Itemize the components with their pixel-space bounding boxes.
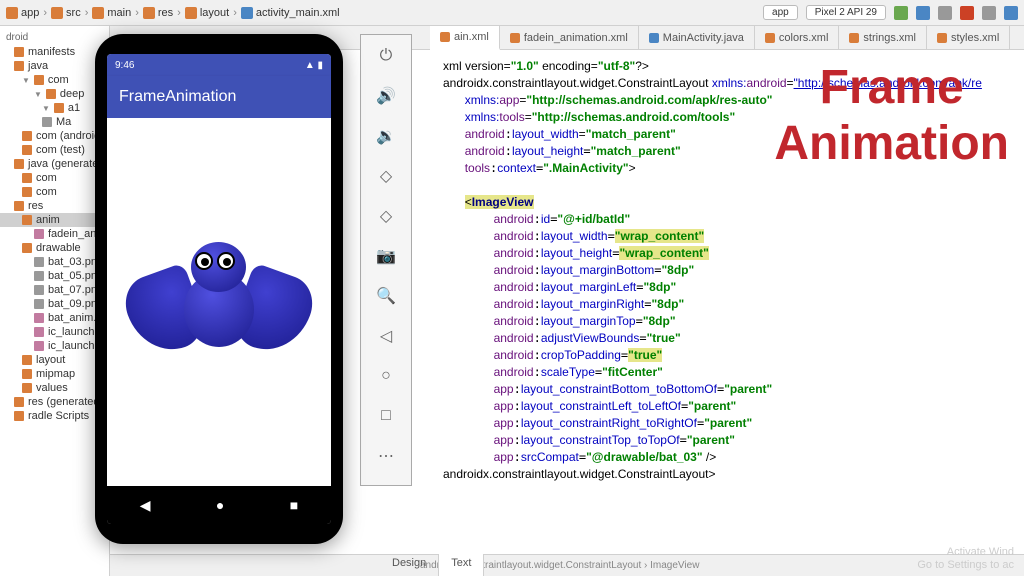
device-select[interactable]: Pixel 2 API 29 (806, 5, 886, 20)
app-content (107, 118, 331, 486)
tab-mainactivity[interactable]: MainActivity.java (639, 26, 755, 49)
bat-image (129, 232, 309, 372)
debug-icon[interactable] (916, 6, 930, 20)
emulator-phone: 9:46▲ ▮ FrameAnimation ◀ ● ■ (95, 34, 343, 544)
tree-anim[interactable]: anim (0, 213, 109, 227)
bottom-bar: androidx.constraintlayout.widget.Constra… (110, 554, 1024, 576)
rotate-left-icon[interactable]: ◇ (375, 165, 397, 187)
tab-styles[interactable]: styles.xml (927, 26, 1010, 49)
tree-java[interactable]: java (0, 59, 109, 73)
overview-icon[interactable]: □ (375, 405, 397, 427)
title-overlay: FrameAnimation (774, 60, 1009, 172)
camera-icon[interactable]: 📷 (375, 245, 397, 267)
tab-strings[interactable]: strings.xml (839, 26, 927, 49)
volume-up-icon[interactable]: 🔊 (375, 85, 397, 107)
top-toolbar: app› src› main› res› layout› activity_ma… (0, 0, 1024, 26)
back-icon[interactable]: ◁ (375, 325, 397, 347)
android-nav-bar: ◀ ● ■ (107, 486, 331, 524)
run-icon[interactable] (894, 6, 908, 20)
status-bar: 9:46▲ ▮ (107, 54, 331, 76)
emulator-controls: ⏻ 🔊 🔉 ◇ ◇ 📷 🔍 ◁ ○ □ ⋯ (360, 34, 412, 486)
phone-screen[interactable]: 9:46▲ ▮ FrameAnimation ◀ ● ■ (107, 54, 331, 524)
tree-manifests[interactable]: manifests (0, 45, 109, 59)
stop-icon[interactable] (960, 6, 974, 20)
home-icon[interactable]: ○ (375, 365, 397, 387)
text-tab[interactable]: Text (439, 554, 484, 576)
sync-icon[interactable] (982, 6, 996, 20)
breadcrumb: app› src› main› res› layout› activity_ma… (6, 7, 340, 19)
nav-overview-icon[interactable]: ■ (290, 497, 298, 513)
project-tree[interactable]: droid manifests java ▼com ▼deep ▼a1 Ma c… (0, 26, 110, 576)
volume-down-icon[interactable]: 🔉 (375, 125, 397, 147)
tab-colors[interactable]: colors.xml (755, 26, 840, 49)
app-bar: FrameAnimation (107, 76, 331, 118)
nav-home-icon[interactable]: ● (216, 497, 224, 513)
rotate-right-icon[interactable]: ◇ (375, 205, 397, 227)
module-select[interactable]: app (763, 5, 798, 20)
more-icon[interactable]: ⋯ (375, 445, 397, 467)
tab-main-xml[interactable]: ain.xml (430, 26, 500, 50)
avd-icon[interactable] (1004, 6, 1018, 20)
nav-back-icon[interactable]: ◀ (140, 497, 151, 514)
tab-fadein[interactable]: fadein_animation.xml (500, 26, 639, 49)
toolbar-right: app Pixel 2 API 29 (763, 5, 1018, 20)
activate-windows-watermark: Activate WindGo to Settings to ac (917, 546, 1014, 572)
power-icon[interactable]: ⏻ (375, 45, 397, 67)
design-tab[interactable]: Design (380, 554, 439, 576)
zoom-icon[interactable]: 🔍 (375, 285, 397, 307)
profile-icon[interactable] (938, 6, 952, 20)
